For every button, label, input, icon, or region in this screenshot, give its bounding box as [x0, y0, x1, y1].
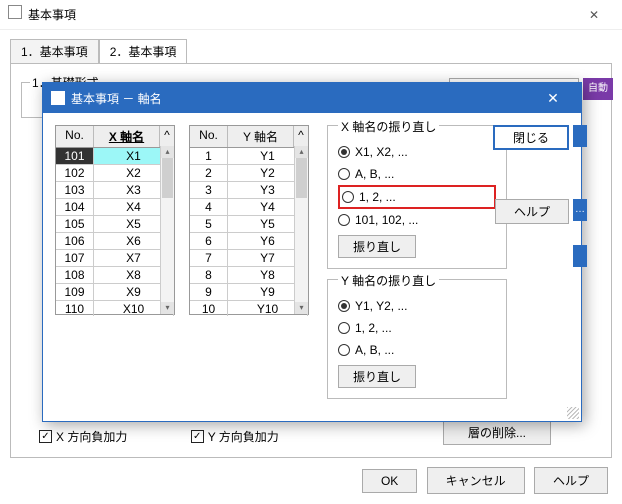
y-grid-scrollbar[interactable]: ▴▾: [294, 146, 308, 314]
tab-2[interactable]: 2．基本事項: [99, 39, 188, 64]
x-axis-grid[interactable]: No. X 軸名 ^ 101X1102X2103X3104X4105X5106X…: [55, 125, 175, 315]
ok-button[interactable]: OK: [362, 469, 417, 493]
table-row[interactable]: 9Y9: [190, 284, 308, 301]
blue-strip-2[interactable]: [573, 245, 587, 267]
resize-grip-icon[interactable]: [567, 407, 579, 419]
dialog-icon: [51, 91, 65, 105]
x-rename-group: X 軸名の振り直し X1, X2, ...A, B, ...1, 2, ...1…: [327, 125, 507, 269]
dialog-titlebar[interactable]: 基本事項 － 軸名 ✕: [43, 83, 581, 113]
axis-name-dialog: 基本事項 － 軸名 ✕ No. X 軸名 ^ 101X1102X2103X310…: [42, 82, 582, 422]
table-row[interactable]: 108X8: [56, 267, 174, 284]
x-grid-scrollbar[interactable]: ▴▾: [160, 146, 174, 314]
y-rename-group: Y 軸名の振り直し Y1, Y2, ...1, 2, ...A, B, ... …: [327, 279, 507, 399]
table-row[interactable]: 4Y4: [190, 199, 308, 216]
radio-option[interactable]: A, B, ...: [338, 339, 496, 361]
dialog-close-icon[interactable]: ✕: [533, 90, 573, 107]
tab-1[interactable]: 1．基本事項: [10, 39, 99, 64]
auto-button[interactable]: 自動: [583, 78, 613, 100]
x-col-no[interactable]: No.: [56, 126, 94, 147]
table-row[interactable]: 102X2: [56, 165, 174, 182]
x-col-name[interactable]: X 軸名: [94, 126, 160, 147]
table-row[interactable]: 109X9: [56, 284, 174, 301]
radio-option[interactable]: 1, 2, ...: [338, 317, 496, 339]
x-col-scroll: ^: [160, 126, 174, 147]
table-row[interactable]: 103X3: [56, 182, 174, 199]
help-button[interactable]: ヘルプ: [534, 467, 608, 494]
dialog-footer: OK キャンセル ヘルプ: [356, 467, 608, 494]
x-rename-legend: X 軸名の振り直し: [338, 118, 439, 135]
y-col-name[interactable]: Y 軸名: [228, 126, 294, 147]
table-row[interactable]: 110X10: [56, 301, 174, 316]
y-rename-button[interactable]: 振り直し: [338, 365, 416, 388]
overflow-button[interactable]: …: [573, 199, 587, 221]
blue-strip-1[interactable]: [573, 125, 587, 147]
table-row[interactable]: 8Y8: [190, 267, 308, 284]
table-row[interactable]: 107X7: [56, 250, 174, 267]
layer-delete-button[interactable]: 層の削除...: [443, 420, 551, 445]
table-row[interactable]: 7Y7: [190, 250, 308, 267]
table-row[interactable]: 5Y5: [190, 216, 308, 233]
table-row[interactable]: 1Y1: [190, 148, 308, 165]
dialog-title: 基本事項 － 軸名: [71, 90, 162, 107]
radio-option[interactable]: Y1, Y2, ...: [338, 295, 496, 317]
tab-strip: 1．基本事項2．基本事項: [10, 38, 612, 63]
y-col-no[interactable]: No.: [190, 126, 228, 147]
table-row[interactable]: 10Y10: [190, 301, 308, 316]
cancel-button[interactable]: キャンセル: [427, 467, 525, 494]
parent-close-icon[interactable]: ✕: [574, 0, 614, 30]
parent-window-title: 基本事項: [28, 8, 76, 22]
table-row[interactable]: 3Y3: [190, 182, 308, 199]
check-y-negative[interactable]: ✓Y 方向負加力: [191, 428, 279, 445]
radio-option[interactable]: X1, X2, ...: [338, 141, 496, 163]
radio-option[interactable]: A, B, ...: [338, 163, 496, 185]
y-axis-grid[interactable]: No. Y 軸名 ^ 1Y12Y23Y34Y45Y56Y67Y78Y89Y910…: [189, 125, 309, 315]
table-row[interactable]: 101X1: [56, 148, 174, 165]
negative-load-checks: ✓X 方向負加力 ✓Y 方向負加力: [39, 428, 339, 445]
table-row[interactable]: 2Y2: [190, 165, 308, 182]
table-row[interactable]: 104X4: [56, 199, 174, 216]
y-col-scroll: ^: [294, 126, 308, 147]
y-rename-legend: Y 軸名の振り直し: [338, 272, 439, 289]
modal-help-button[interactable]: ヘルプ: [495, 199, 569, 224]
parent-window-titlebar: 基本事項 ✕: [0, 0, 622, 30]
table-row[interactable]: 6Y6: [190, 233, 308, 250]
x-rename-button[interactable]: 振り直し: [338, 235, 416, 258]
close-button[interactable]: 閉じる: [493, 125, 569, 150]
radio-option[interactable]: 1, 2, ...: [338, 185, 496, 209]
table-row[interactable]: 106X6: [56, 233, 174, 250]
app-icon: [8, 5, 22, 19]
table-row[interactable]: 105X5: [56, 216, 174, 233]
check-x-negative[interactable]: ✓X 方向負加力: [39, 428, 127, 445]
radio-option[interactable]: 101, 102, ...: [338, 209, 496, 231]
